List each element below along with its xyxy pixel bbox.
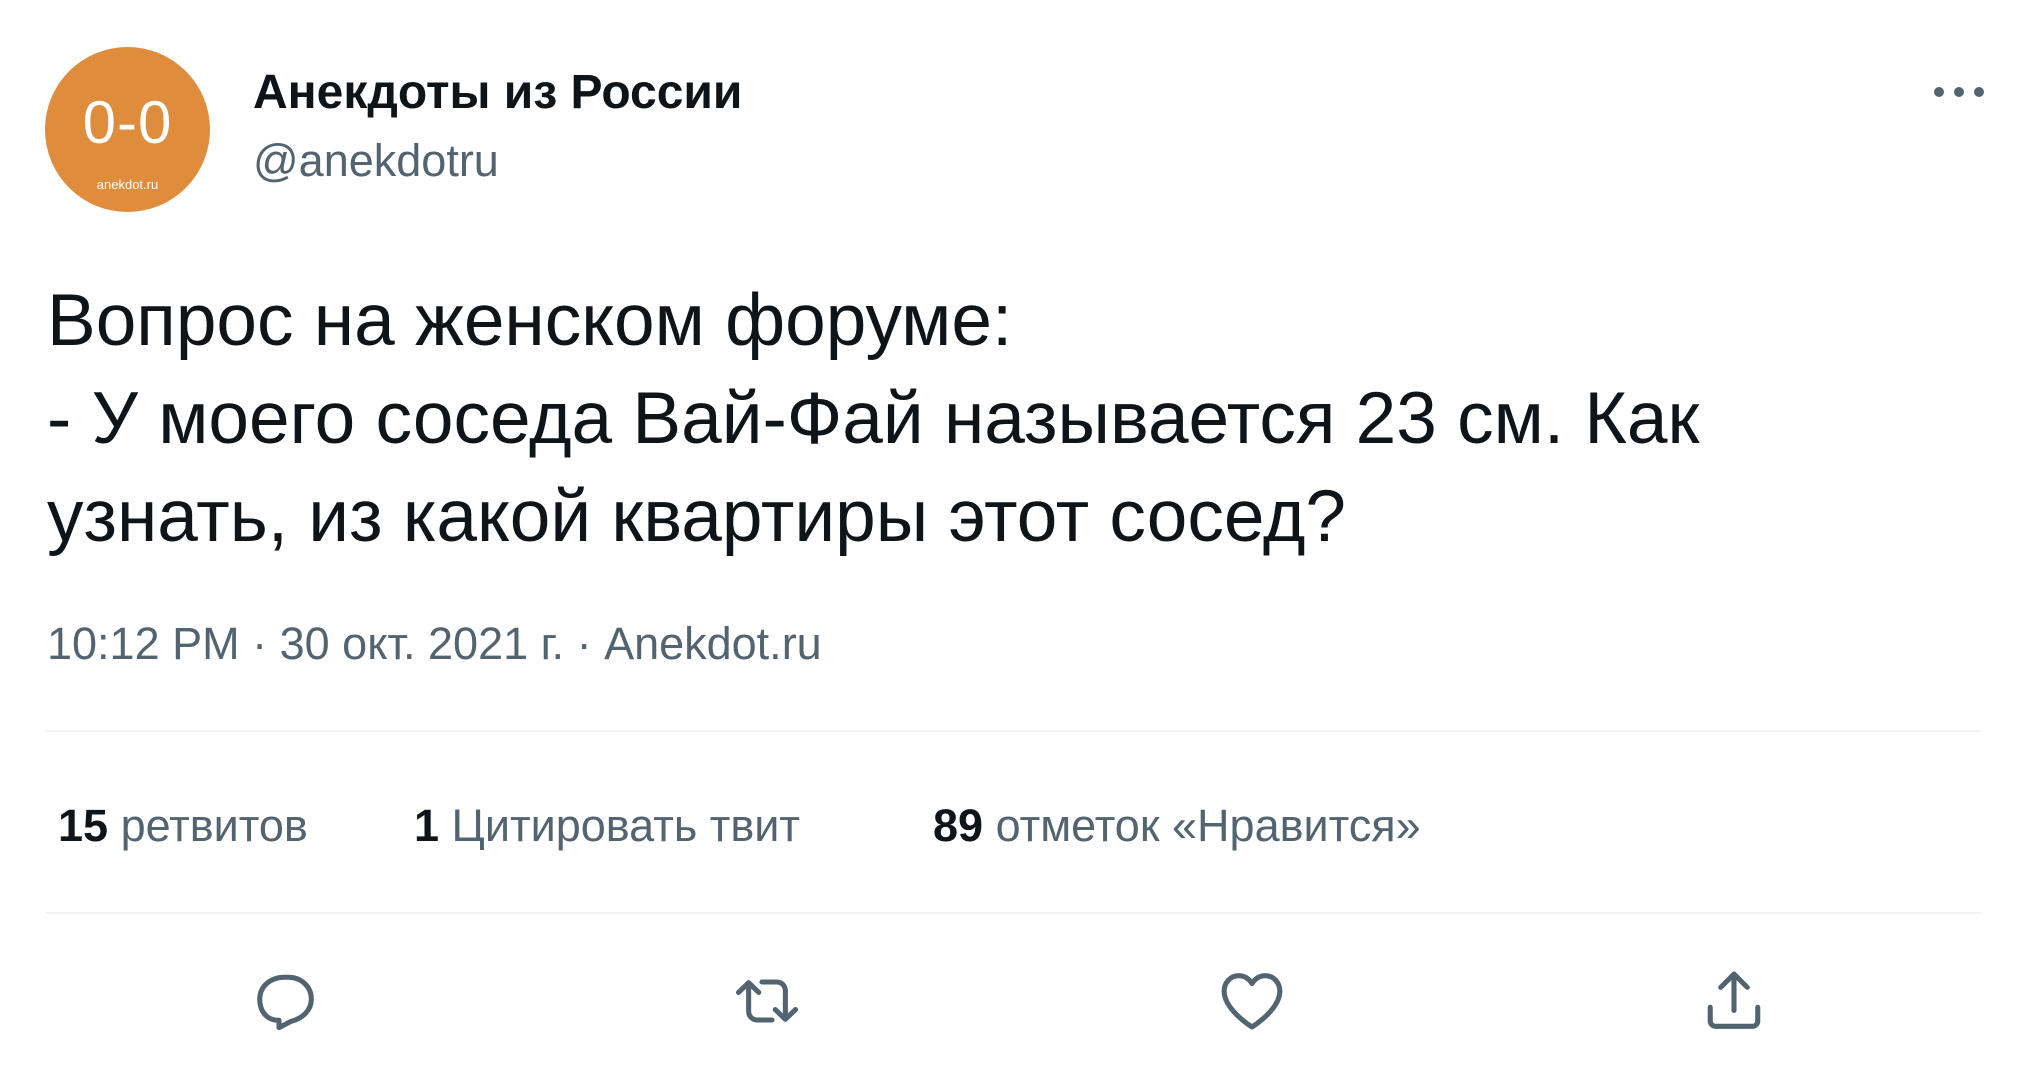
avatar-logo-text: 0-0 [82, 89, 173, 156]
tweet-text: Вопрос на женском форуме: - У моего сосе… [47, 272, 1947, 566]
retweets-stat[interactable]: 15 ретвитов [58, 800, 308, 852]
author-display-name[interactable]: Анекдоты из России [253, 67, 742, 119]
heart-icon [1221, 973, 1283, 1030]
author-handle[interactable]: @anekdotru [253, 136, 499, 186]
like-button[interactable] [1214, 963, 1290, 1039]
retweets-label: ретвитов [120, 800, 308, 851]
tweet-meta: 10:12 PM · 30 окт. 2021 г. · Anekdot.ru [47, 618, 822, 670]
share-button[interactable] [1696, 963, 1772, 1039]
likes-count: 89 [933, 800, 984, 851]
divider [45, 730, 1981, 732]
quotes-stat[interactable]: 1 Цитировать твит [414, 800, 800, 852]
tweet-date[interactable]: 30 окт. 2021 г. [280, 618, 564, 669]
divider [45, 912, 1981, 914]
avatar-logo-subtext: anekdot.ru [96, 177, 159, 192]
likes-label: отметок «Нравится» [995, 800, 1421, 851]
reply-icon [257, 974, 314, 1031]
quotes-count: 1 [414, 800, 440, 851]
share-icon [1707, 971, 1761, 1029]
avatar[interactable]: 0-0 anekdot.ru [45, 47, 210, 212]
meta-separator: · [239, 618, 280, 669]
more-options-button[interactable] [1928, 72, 1990, 112]
more-horizontal-icon [1934, 87, 1984, 97]
retweets-count: 15 [58, 800, 109, 851]
tweet-text-line: Вопрос на женском форуме: [47, 280, 1013, 361]
meta-separator: · [564, 618, 605, 669]
retweet-icon [735, 979, 799, 1023]
quotes-label: Цитировать твит [451, 800, 801, 851]
tweet-text-line: - У моего соседа Вай-Фай называется 23 с… [47, 378, 1700, 459]
retweet-button[interactable] [729, 963, 805, 1039]
tweet-time[interactable]: 10:12 PM [47, 618, 240, 669]
reply-button[interactable] [248, 963, 324, 1039]
tweet-source[interactable]: Anekdot.ru [604, 618, 822, 669]
tweet-card: 0-0 anekdot.ru Анекдоты из России @anekd… [0, 0, 2018, 1088]
tweet-text-line: узнать, из какой квартиры этот сосед? [47, 476, 1347, 557]
likes-stat[interactable]: 89 отметок «Нравится» [933, 800, 1421, 852]
